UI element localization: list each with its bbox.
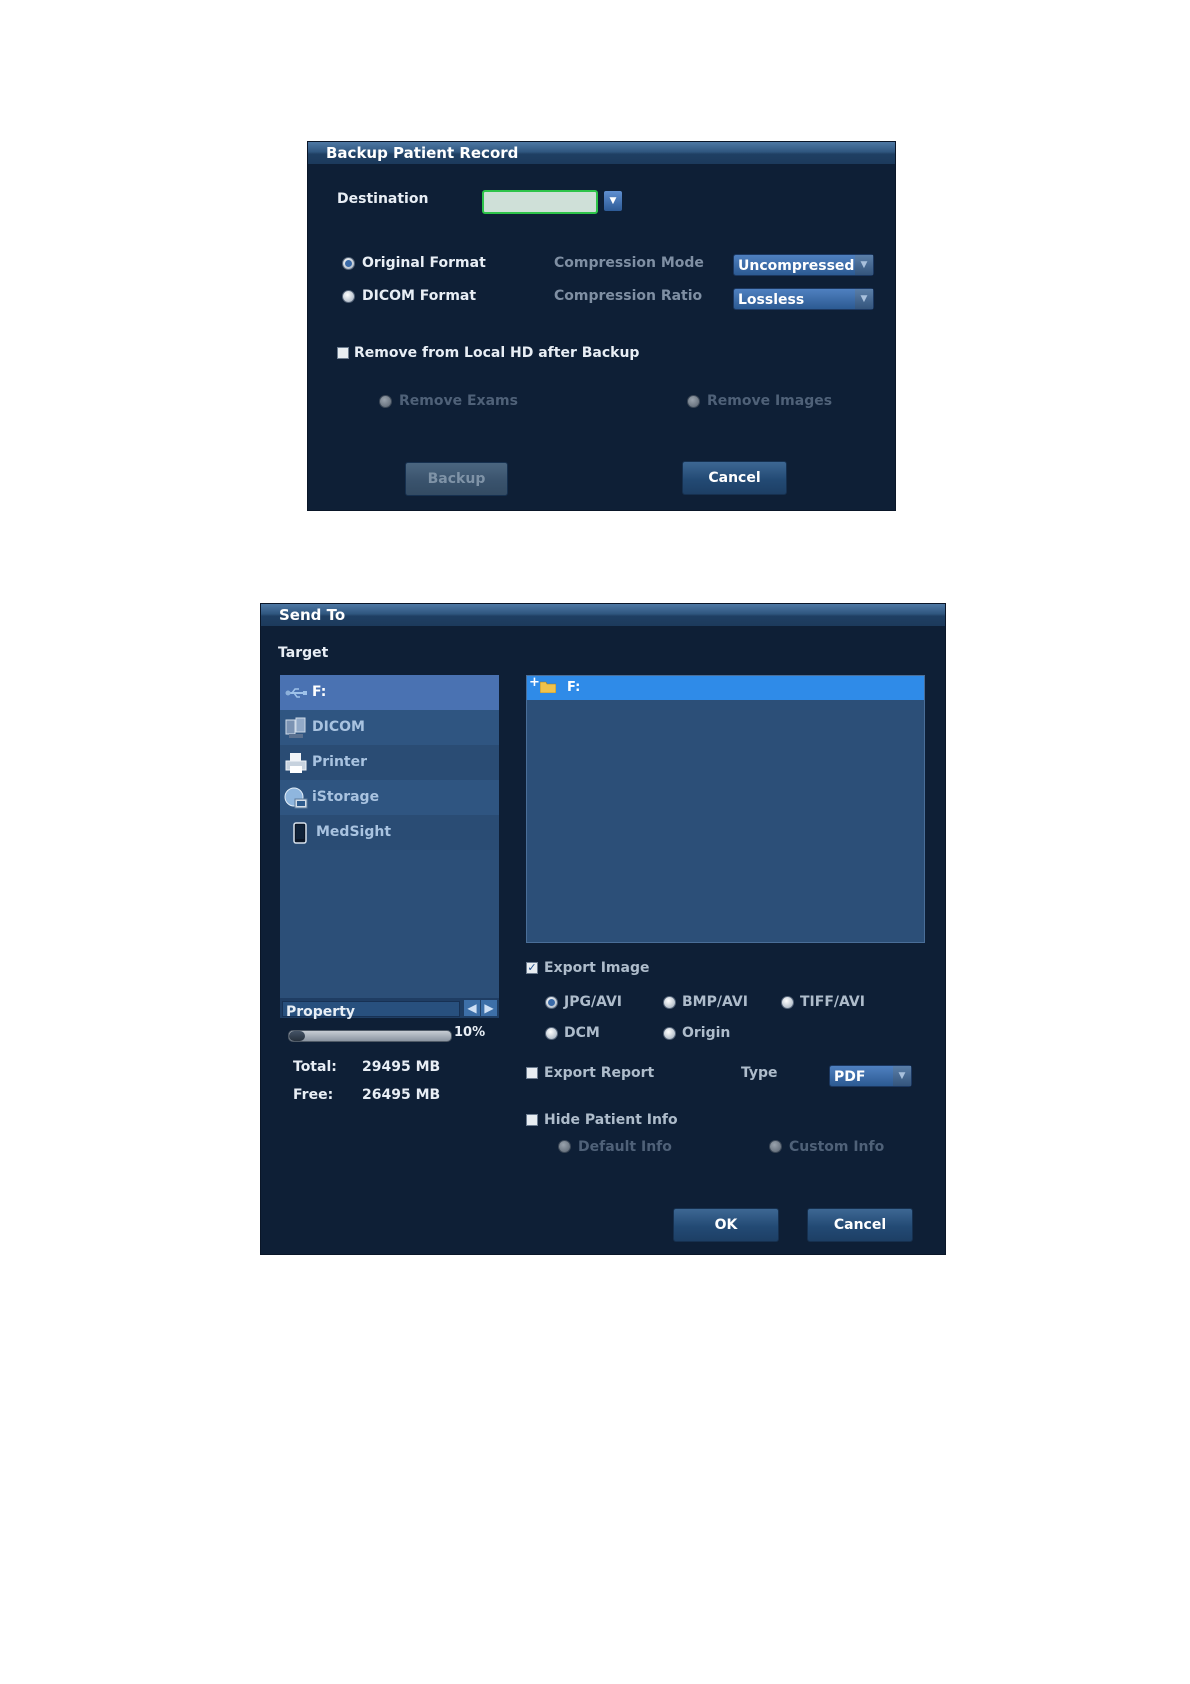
- format-dcm-label: DCM: [564, 1025, 600, 1041]
- compression-ratio-value: Lossless: [738, 292, 805, 308]
- format-origin-radio[interactable]: [663, 1027, 676, 1040]
- type-label: Type: [741, 1065, 778, 1081]
- mobile-device-icon: [293, 822, 307, 844]
- property-label: Property: [286, 1004, 356, 1020]
- remove-images-radio[interactable]: [687, 395, 700, 408]
- target-item-usb[interactable]: F:: [280, 675, 499, 710]
- target-label: Target: [278, 645, 329, 661]
- send-to-dialog: Send To Target F: DICOM Printer iStorage…: [261, 604, 945, 1254]
- original-format-radio[interactable]: [342, 257, 355, 270]
- istorage-icon: [284, 787, 308, 809]
- send-cancel-button[interactable]: Cancel: [807, 1208, 913, 1242]
- default-info-radio[interactable]: [558, 1140, 571, 1153]
- custom-info-label: Custom Info: [789, 1139, 885, 1155]
- format-tiff-label: TIFF/AVI: [800, 994, 865, 1010]
- target-item-dicom[interactable]: DICOM: [280, 710, 499, 745]
- export-report-label: Export Report: [544, 1065, 655, 1081]
- target-label-istorage: iStorage: [312, 789, 380, 805]
- disk-usage-bar: [288, 1030, 452, 1042]
- total-label: Total:: [293, 1059, 337, 1075]
- chevron-down-icon: ▼: [855, 255, 873, 275]
- remove-images-label: Remove Images: [707, 393, 833, 409]
- free-label: Free:: [293, 1087, 334, 1103]
- format-jpg-radio[interactable]: [545, 996, 558, 1009]
- backup-patient-record-dialog: Backup Patient Record Destination ▼ Orig…: [308, 142, 895, 510]
- backup-cancel-button[interactable]: Cancel: [682, 461, 787, 495]
- ok-button[interactable]: OK: [673, 1208, 779, 1242]
- format-tiff-radio[interactable]: [781, 996, 794, 1009]
- arrow-right-icon: ▶: [484, 1001, 494, 1015]
- dicom-format-radio[interactable]: [342, 290, 355, 303]
- target-label-dicom: DICOM: [312, 719, 365, 735]
- compression-ratio-label: Compression Ratio: [554, 288, 703, 304]
- arrow-left-icon: ◀: [467, 1001, 477, 1015]
- hide-patient-info-checkbox[interactable]: [526, 1114, 538, 1126]
- report-type-select[interactable]: PDF ▼: [829, 1065, 912, 1087]
- format-jpg-label: JPG/AVI: [564, 994, 623, 1010]
- compression-mode-label: Compression Mode: [554, 255, 704, 271]
- target-item-medsight[interactable]: MedSight: [280, 815, 499, 850]
- export-image-checkbox[interactable]: ✓: [526, 962, 538, 974]
- destination-dropdown-button[interactable]: ▼: [604, 191, 622, 211]
- remove-exams-label: Remove Exams: [399, 393, 518, 409]
- custom-info-radio[interactable]: [769, 1140, 782, 1153]
- compression-ratio-select[interactable]: Lossless ▼: [733, 288, 874, 310]
- printer-icon: [285, 753, 307, 773]
- total-value: 29495 MB: [362, 1059, 441, 1075]
- target-item-printer[interactable]: Printer: [280, 745, 499, 780]
- scroll-right-button[interactable]: ▶: [481, 1000, 497, 1016]
- compression-mode-select[interactable]: Uncompressed ▼: [733, 254, 874, 276]
- usb-icon: [285, 688, 307, 698]
- format-bmp-label: BMP/AVI: [682, 994, 748, 1010]
- original-format-label: Original Format: [362, 255, 486, 271]
- dicom-format-label: DICOM Format: [362, 288, 477, 304]
- scroll-left-button[interactable]: ◀: [464, 1000, 480, 1016]
- chevron-down-icon: ▼: [855, 289, 873, 309]
- send-to-dialog-title: Send To: [261, 604, 945, 626]
- format-bmp-radio[interactable]: [663, 996, 676, 1009]
- disk-usage-fill: [289, 1031, 306, 1041]
- default-info-label: Default Info: [578, 1139, 672, 1155]
- destination-combo[interactable]: [482, 190, 598, 214]
- tree-row-root[interactable]: + F:: [527, 676, 924, 700]
- target-label-usb: F:: [312, 684, 327, 700]
- target-list: F: DICOM Printer iStorage MedSight: [280, 675, 499, 998]
- backup-button[interactable]: Backup: [405, 462, 508, 496]
- report-type-value: PDF: [834, 1069, 866, 1085]
- backup-dialog-title: Backup Patient Record: [308, 142, 895, 164]
- target-label-medsight: MedSight: [316, 824, 392, 840]
- disk-usage-percent: 10%: [454, 1025, 486, 1040]
- dicom-network-icon: [285, 717, 306, 738]
- chevron-down-icon: ▼: [609, 196, 617, 206]
- export-image-label: Export Image: [544, 960, 650, 976]
- hide-patient-info-label: Hide Patient Info: [544, 1112, 678, 1128]
- remove-from-local-hd-checkbox[interactable]: [337, 347, 349, 359]
- expand-plus-icon[interactable]: +: [529, 676, 540, 689]
- compression-mode-value: Uncompressed: [738, 258, 855, 274]
- target-label-printer: Printer: [312, 754, 368, 770]
- chevron-down-icon: ▼: [893, 1066, 911, 1086]
- target-item-istorage[interactable]: iStorage: [280, 780, 499, 815]
- free-value: 26495 MB: [362, 1087, 441, 1103]
- remove-exams-radio[interactable]: [379, 395, 392, 408]
- format-origin-label: Origin: [682, 1025, 731, 1041]
- tree-root-label: F:: [567, 680, 581, 695]
- format-dcm-radio[interactable]: [545, 1027, 558, 1040]
- remove-from-local-hd-label: Remove from Local HD after Backup: [354, 345, 640, 361]
- folder-tree: + F:: [526, 675, 925, 943]
- destination-label: Destination: [337, 191, 429, 207]
- export-report-checkbox[interactable]: [526, 1067, 538, 1079]
- folder-icon: [540, 681, 556, 693]
